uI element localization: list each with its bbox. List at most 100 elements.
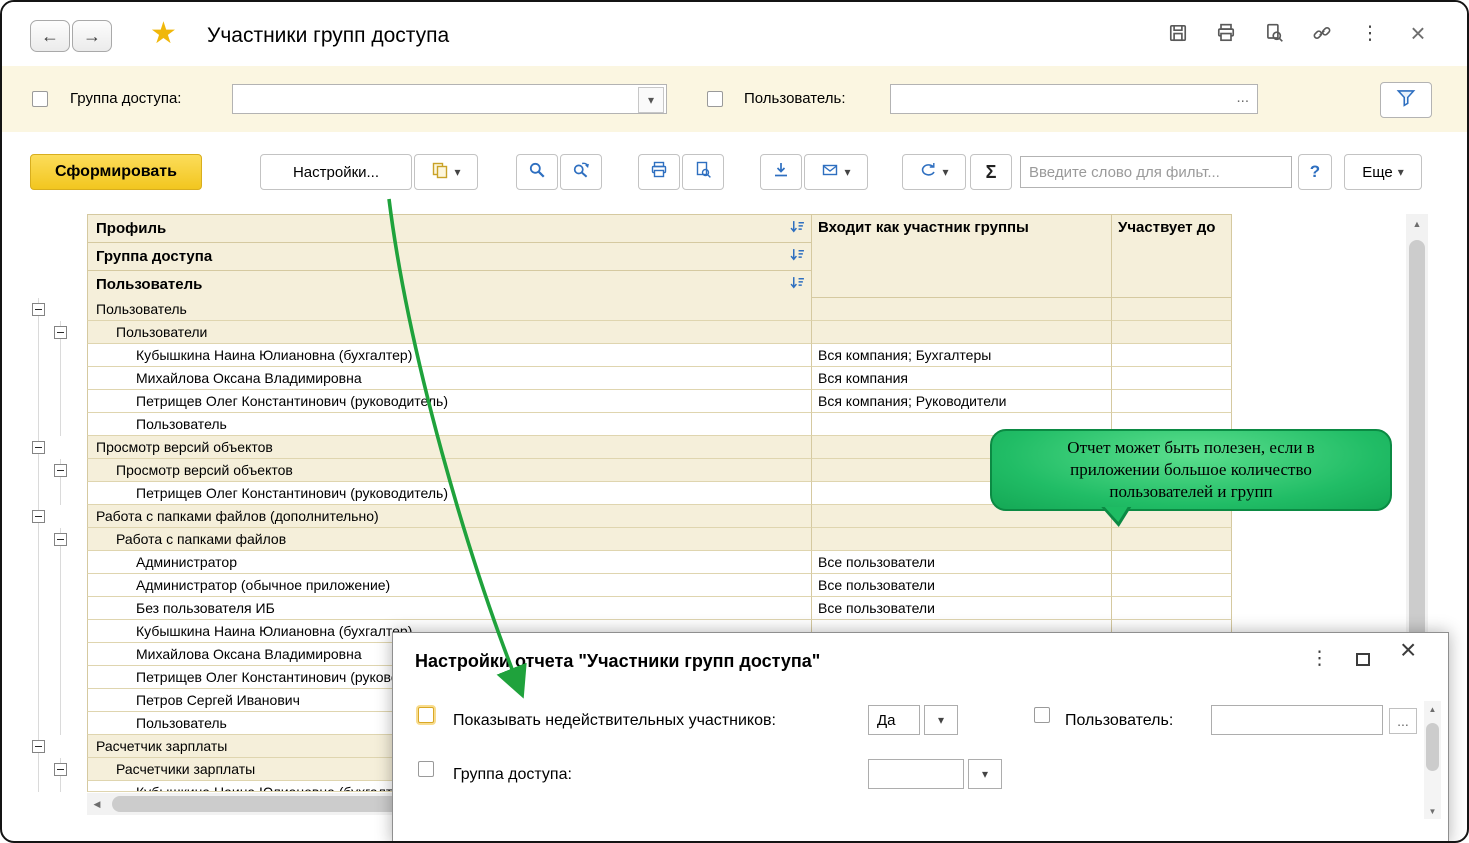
table-row[interactable]: Администратор Все пользователи <box>30 551 1232 574</box>
dialog-scroll-up-button[interactable] <box>1424 701 1441 717</box>
change-variant-button[interactable] <box>902 154 966 190</box>
table-row[interactable]: Пользователи <box>30 321 1232 344</box>
sort-icon[interactable] <box>790 276 805 294</box>
tree-gutter <box>30 597 87 620</box>
dialog-menu-dots-icon[interactable] <box>1310 647 1329 670</box>
collapse-toggle-icon[interactable] <box>54 326 67 339</box>
cell-profile: Без пользователя ИБ <box>87 597 812 620</box>
tree-gutter <box>30 390 87 413</box>
collapse-toggle-icon[interactable] <box>32 303 45 316</box>
table-row[interactable]: Без пользователя ИБ Все пользователи <box>30 597 1232 620</box>
collapse-toggle-icon[interactable] <box>32 510 45 523</box>
dialog-close-button[interactable] <box>1400 641 1416 659</box>
access-group-input[interactable] <box>232 84 667 114</box>
column-header-access-group[interactable]: Группа доступа <box>88 243 812 271</box>
close-button[interactable] <box>1407 22 1429 44</box>
cell-until <box>1112 390 1232 413</box>
table-row[interactable]: Администратор (обычное приложение) Все п… <box>30 574 1232 597</box>
show-inactive-checkbox[interactable] <box>418 707 434 723</box>
column-header-until[interactable]: Участвует до <box>1112 214 1232 298</box>
scroll-left-button[interactable] <box>87 793 107 815</box>
cell-member-of: Все пользователи <box>812 551 1112 574</box>
sort-icon[interactable] <box>790 220 805 238</box>
vertical-scrollbar-thumb[interactable] <box>1409 240 1425 640</box>
generate-button[interactable]: Сформировать <box>30 154 202 190</box>
print-preview-button[interactable] <box>682 154 724 190</box>
dialog-scrollbar[interactable] <box>1424 701 1441 819</box>
dialog-access-group-dropdown-button[interactable] <box>968 759 1002 789</box>
access-group-dropdown-button[interactable] <box>638 87 664 113</box>
callout-text-line: приложении большое количество <box>1070 459 1312 481</box>
menu-dots-icon[interactable] <box>1359 22 1381 44</box>
user-label: Пользователь: <box>744 90 846 107</box>
more-button[interactable]: Еще <box>1344 154 1422 190</box>
table-row[interactable]: Михайлова Оксана Владимировна Вся компан… <box>30 367 1232 390</box>
cell-until <box>1112 528 1232 551</box>
send-email-button[interactable] <box>804 154 868 190</box>
sort-icon[interactable] <box>790 248 805 266</box>
access-group-input-field[interactable] <box>233 85 666 113</box>
help-button[interactable]: ? <box>1298 154 1332 190</box>
filter-button[interactable] <box>1380 82 1432 118</box>
search-next-icon <box>572 161 590 183</box>
find-button[interactable] <box>516 154 558 190</box>
dialog-user-checkbox[interactable] <box>1034 707 1050 723</box>
cell-until <box>1112 574 1232 597</box>
dialog-access-group-checkbox[interactable] <box>418 761 434 777</box>
cell-until <box>1112 367 1232 390</box>
forward-button[interactable] <box>72 20 112 52</box>
tree-gutter <box>30 413 87 436</box>
table-row[interactable]: Петрищев Олег Константинович (руководите… <box>30 390 1232 413</box>
find-next-button[interactable] <box>560 154 602 190</box>
cell-until <box>1112 597 1232 620</box>
dialog-scroll-down-button[interactable] <box>1424 803 1441 819</box>
cell-member-of <box>812 321 1112 344</box>
access-group-label: Группа доступа: <box>70 90 181 107</box>
totals-button[interactable]: Σ <box>970 154 1012 190</box>
tree-gutter <box>30 643 87 666</box>
dialog-maximize-button[interactable] <box>1356 653 1370 666</box>
collapse-toggle-icon[interactable] <box>54 464 67 477</box>
titlebar: Участники групп доступа <box>2 2 1467 66</box>
dialog-user-more-button[interactable]: ... <box>1389 708 1417 734</box>
user-input[interactable]: ... <box>890 84 1258 114</box>
scroll-up-button[interactable] <box>1406 214 1428 234</box>
table-row[interactable]: Пользователь <box>30 298 1232 321</box>
collapse-toggle-icon[interactable] <box>54 533 67 546</box>
table-row[interactable]: Работа с папками файлов <box>30 528 1232 551</box>
user-more-button[interactable]: ... <box>1236 89 1249 106</box>
favorite-star-icon[interactable] <box>150 16 177 51</box>
user-checkbox[interactable] <box>707 91 723 107</box>
column-header-user[interactable]: Пользователь <box>88 271 812 299</box>
tree-gutter <box>30 505 87 528</box>
column-header-profile[interactable]: Профиль <box>88 215 812 243</box>
collapse-toggle-icon[interactable] <box>32 740 45 753</box>
dialog-scrollbar-thumb[interactable] <box>1426 723 1439 771</box>
cell-until <box>1112 321 1232 344</box>
back-button[interactable] <box>30 20 70 52</box>
preview-icon[interactable] <box>1263 22 1285 44</box>
save-icon[interactable] <box>1167 22 1189 44</box>
save-file-button[interactable] <box>760 154 802 190</box>
tree-gutter <box>30 528 87 551</box>
settings-button[interactable]: Настройки... <box>260 154 412 190</box>
cell-profile: Кубышкина Наина Юлиановна (бухгалтер) <box>87 344 812 367</box>
dialog-user-input[interactable] <box>1211 705 1383 735</box>
download-icon <box>772 161 790 183</box>
dialog-access-group-field[interactable] <box>868 759 964 789</box>
copy-settings-button[interactable] <box>414 154 478 190</box>
print-button[interactable] <box>638 154 680 190</box>
table-row[interactable]: Кубышкина Наина Юлиановна (бухгалтер) Вс… <box>30 344 1232 367</box>
print-icon[interactable] <box>1215 22 1237 44</box>
show-inactive-value-field[interactable]: Да <box>868 705 920 735</box>
collapse-toggle-icon[interactable] <box>54 763 67 776</box>
user-input-field[interactable] <box>891 85 1257 113</box>
filter-search-input[interactable] <box>1020 156 1292 188</box>
cell-until <box>1112 551 1232 574</box>
cell-member-of <box>812 298 1112 321</box>
show-inactive-dropdown-button[interactable] <box>924 705 958 735</box>
collapse-toggle-icon[interactable] <box>32 441 45 454</box>
column-header-member-of[interactable]: Входит как участник группы <box>812 214 1112 298</box>
link-icon[interactable] <box>1311 22 1333 44</box>
access-group-checkbox[interactable] <box>32 91 48 107</box>
